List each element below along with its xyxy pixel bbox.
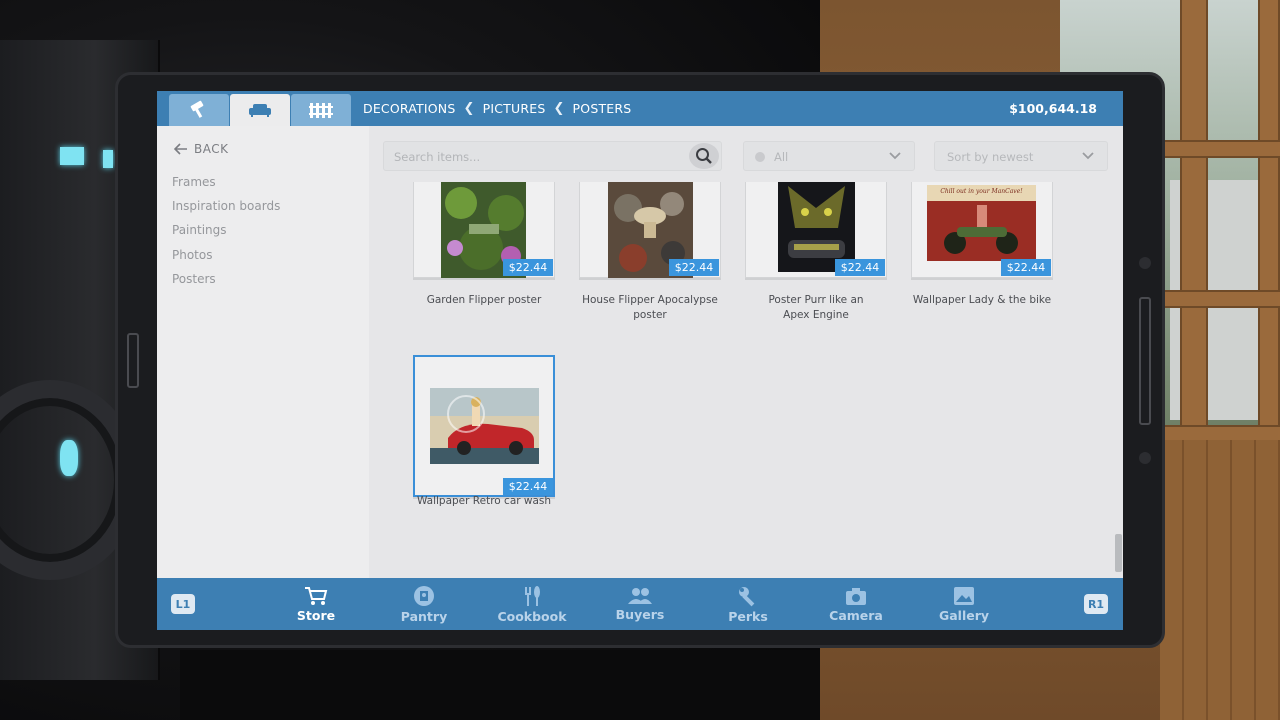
nav-pantry[interactable]: Pantry	[379, 578, 469, 630]
glow-light	[60, 440, 78, 476]
nav-store[interactable]: Store	[271, 578, 361, 630]
lady-bike-wallpaper-image	[927, 185, 1036, 261]
poster-slogan-text: Chill out in your ManCave!	[940, 188, 1023, 195]
tablet-side-button	[1139, 297, 1151, 425]
sidebar-item-photos[interactable]: Photos	[172, 248, 212, 262]
nav-label: Store	[296, 607, 336, 623]
sidebar-item-posters[interactable]: Posters	[172, 272, 216, 286]
tablet-camera-dot	[1139, 257, 1151, 269]
item-name: Garden Flipper poster	[426, 294, 542, 306]
window-frame	[1258, 0, 1280, 440]
nav-label: Cookbook	[497, 608, 567, 624]
sort-dropdown[interactable]: Sort by newest	[934, 141, 1108, 171]
sidebar-item-frames[interactable]: Frames	[172, 175, 216, 189]
item-name: Wallpaper Retro car wash	[416, 495, 552, 507]
nav-gallery[interactable]: Gallery	[919, 578, 1009, 630]
wooden-planks-background	[1160, 440, 1280, 720]
nav-perks[interactable]: Perks	[703, 578, 793, 630]
l1-button[interactable]: L1	[171, 594, 195, 614]
breadcrumb: DECORATIONS ❮ PICTURES ❮ POSTERS	[363, 91, 631, 126]
chevron-left-icon: ❮	[553, 101, 565, 116]
back-label: BACK	[194, 142, 229, 156]
chevron-down-icon	[889, 152, 901, 160]
filter-dropdown[interactable]: All	[743, 141, 915, 171]
tablet-screen: DECORATIONS ❮ PICTURES ❮ POSTERS $100,64…	[157, 91, 1123, 630]
nav-label: Pantry	[400, 608, 448, 624]
paint-roller-icon	[190, 100, 204, 118]
people-icon	[628, 587, 652, 604]
tablet-side-button	[127, 333, 139, 388]
nav-camera[interactable]: Camera	[811, 578, 901, 630]
sofa-icon	[249, 104, 271, 117]
floor-shadow	[180, 650, 820, 720]
retro-car-wash-wallpaper-image	[430, 388, 539, 464]
filter-dot-icon	[755, 152, 765, 162]
camera-icon	[846, 587, 866, 605]
r1-button[interactable]: R1	[1084, 594, 1108, 614]
item-card-wallpaper-retro-car-wash[interactable]: $22.44	[413, 355, 555, 497]
search-icon[interactable]	[689, 143, 719, 169]
pantry-icon	[414, 585, 434, 606]
window-frame	[1180, 0, 1208, 440]
cutlery-icon	[525, 585, 540, 606]
fence-icon	[309, 103, 333, 118]
nav-label: Camera	[829, 607, 883, 623]
price-tag: $22.44	[835, 259, 885, 276]
tablet-camera-dot	[1139, 452, 1151, 464]
item-name: Poster Purr like an Apex Engine	[768, 294, 864, 321]
item-card-garden-flipper-poster[interactable]: $22.44	[413, 182, 555, 278]
glow-light	[103, 150, 113, 168]
search-placeholder: Search items...	[394, 150, 481, 164]
back-button[interactable]: BACK	[174, 142, 228, 156]
breadcrumb-pictures[interactable]: PICTURES	[483, 101, 546, 116]
cart-icon	[305, 586, 328, 605]
scrollbar-thumb[interactable]	[1115, 534, 1122, 572]
sort-value: Sort by newest	[947, 150, 1034, 164]
price-tag: $22.44	[669, 259, 719, 276]
game-scene: DECORATIONS ❮ PICTURES ❮ POSTERS $100,64…	[0, 0, 1280, 720]
chevron-left-icon: ❮	[463, 101, 475, 116]
sidebar-item-inspiration-boards[interactable]: Inspiration boards	[172, 199, 280, 213]
item-card-wallpaper-lady-and-the-bike[interactable]: Chill out in your ManCave! $22.44	[911, 182, 1053, 278]
wrench-icon	[739, 586, 755, 606]
breadcrumb-decorations[interactable]: DECORATIONS	[363, 101, 456, 116]
breadcrumb-posters: POSTERS	[572, 101, 632, 116]
bottom-nav: L1 Store Pantry Cookbook Buyers Perks Ca…	[157, 578, 1123, 630]
top-bar: DECORATIONS ❮ PICTURES ❮ POSTERS $100,64…	[157, 91, 1123, 126]
arrow-left-icon	[174, 143, 187, 155]
category-sidebar: BACK Frames Inspiration boards Paintings…	[157, 126, 369, 578]
sidebar-item-paintings[interactable]: Paintings	[172, 223, 227, 237]
price-tag: $22.44	[503, 259, 553, 276]
nav-cookbook[interactable]: Cookbook	[487, 578, 577, 630]
item-card-house-flipper-apocalypse-poster[interactable]: $22.44	[579, 182, 721, 278]
tab-furniture[interactable]	[230, 94, 290, 126]
item-grid: $22.44 Garden Flipper poster $22.44 Hous…	[369, 182, 1123, 578]
item-list-area: Search items... All Sort by newest $22.4…	[369, 126, 1123, 578]
tab-renovation[interactable]	[169, 94, 229, 126]
money-balance: $100,644.18	[1009, 101, 1097, 116]
item-name: Wallpaper Lady & the bike	[912, 294, 1052, 306]
price-tag: $22.44	[1001, 259, 1051, 276]
tab-garden[interactable]	[291, 94, 351, 126]
nav-label: Gallery	[938, 607, 990, 623]
glow-light	[60, 147, 84, 165]
image-icon	[954, 586, 974, 605]
nav-label: Perks	[728, 608, 768, 624]
nav-buyers[interactable]: Buyers	[595, 578, 685, 630]
chevron-down-icon	[1082, 152, 1094, 160]
search-input[interactable]: Search items...	[383, 141, 722, 171]
filter-value: All	[774, 150, 789, 164]
item-card-poster-purr-like-an-apex-engine[interactable]: $22.44	[745, 182, 887, 278]
price-tag: $22.44	[503, 478, 553, 495]
nav-label: Buyers	[615, 606, 665, 622]
item-name: House Flipper Apocalypse poster	[582, 294, 718, 321]
